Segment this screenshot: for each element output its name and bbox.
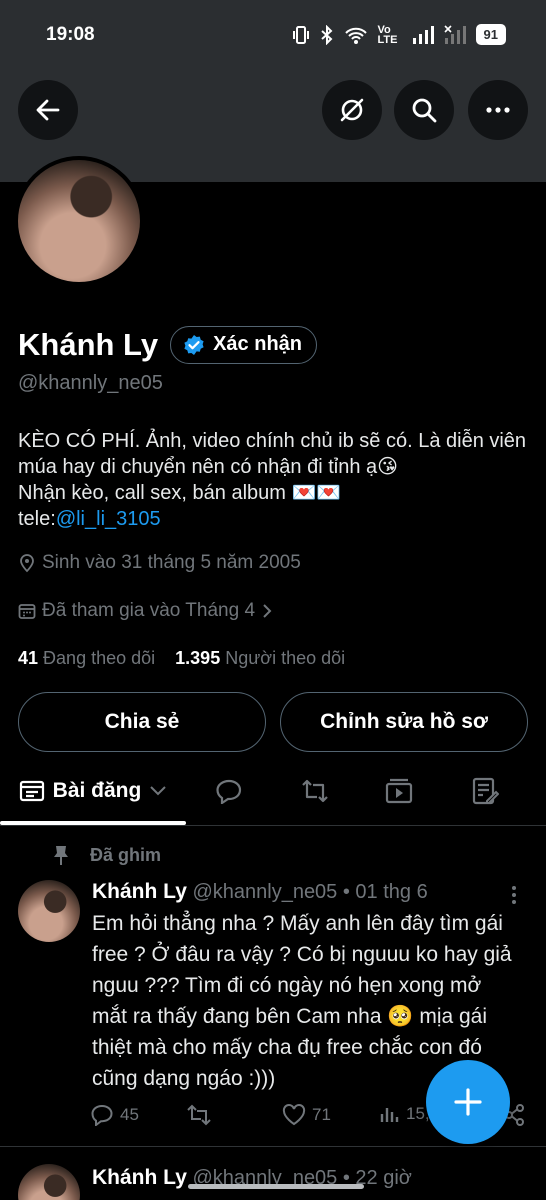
plus-icon bbox=[454, 1088, 482, 1116]
verify-label: Xác nhận bbox=[213, 333, 302, 355]
tweet-divider bbox=[0, 1146, 546, 1147]
status-icons: Vo LTE 91 bbox=[292, 24, 506, 45]
birthday-text: Sinh vào 31 tháng 5 năm 2005 bbox=[42, 552, 301, 573]
battery-indicator: 91 bbox=[475, 24, 506, 45]
more-button[interactable] bbox=[468, 80, 528, 140]
views-button[interactable]: 15, bbox=[380, 1104, 430, 1124]
tweet-author[interactable]: Khánh Ly bbox=[92, 880, 187, 903]
network-label: Vo LTE bbox=[377, 23, 398, 46]
verify-button[interactable]: Xác nhận bbox=[170, 326, 317, 364]
search-icon bbox=[412, 98, 437, 123]
bluetooth-icon bbox=[320, 24, 332, 45]
next-tweet-author[interactable]: Khánh Ly bbox=[92, 1166, 187, 1189]
following-link[interactable]: 41 Đang theo dõi bbox=[18, 648, 155, 668]
chevron-right-icon bbox=[263, 604, 272, 618]
tab-posts-label: Bài đăng bbox=[52, 779, 142, 802]
profile-bio: KÈO CÓ PHÍ. Ảnh, video chính chủ ib sẽ c… bbox=[18, 428, 528, 532]
location-pin-icon bbox=[20, 554, 34, 573]
tab-active-indicator bbox=[0, 821, 186, 825]
tab-reposts[interactable] bbox=[282, 760, 348, 822]
next-tweet-avatar[interactable] bbox=[18, 1164, 80, 1200]
birthday-row: Sinh vào 31 tháng 5 năm 2005 bbox=[18, 552, 301, 574]
profile-tabs: Bài đăng bbox=[0, 760, 546, 826]
bio-tele-prefix: tele: bbox=[18, 508, 56, 530]
tab-articles[interactable] bbox=[452, 760, 518, 822]
edit-profile-button[interactable]: Chỉnh sửa hồ sơ bbox=[280, 692, 528, 752]
profile-name: Khánh Ly bbox=[18, 327, 159, 362]
posts-icon bbox=[19, 780, 44, 802]
joined-text: Đã tham gia vào Tháng 4 bbox=[42, 600, 256, 621]
pinned-row: Đã ghim bbox=[52, 844, 161, 866]
pin-icon bbox=[54, 846, 68, 865]
search-button[interactable] bbox=[394, 80, 454, 140]
grok-button[interactable] bbox=[322, 80, 382, 140]
status-time: 19:08 bbox=[46, 24, 95, 45]
followers-link[interactable]: 1.395 Người theo dõi bbox=[175, 648, 345, 668]
bio-line-2: Nhận kèo, call sex, bán album 💌💌 bbox=[18, 482, 342, 504]
back-button[interactable] bbox=[18, 80, 78, 140]
reply-icon bbox=[91, 1104, 113, 1126]
arrow-left-icon bbox=[36, 99, 60, 121]
wifi-icon bbox=[344, 27, 367, 44]
grok-icon bbox=[340, 98, 364, 122]
tweet-more-icon[interactable] bbox=[508, 884, 520, 906]
signal-icon bbox=[412, 25, 434, 44]
compose-button[interactable] bbox=[426, 1060, 510, 1144]
heart-icon bbox=[282, 1104, 306, 1126]
home-indicator[interactable] bbox=[188, 1184, 364, 1189]
calendar-icon bbox=[18, 604, 36, 619]
followers-count: 1.395 bbox=[175, 648, 221, 668]
repost-button[interactable] bbox=[186, 1104, 212, 1126]
bio-tele-link[interactable]: @li_li_3105 bbox=[56, 508, 161, 530]
signal-off-icon bbox=[443, 24, 466, 44]
media-icon bbox=[385, 778, 413, 804]
more-horizontal-icon bbox=[486, 107, 510, 113]
pinned-label: Đã ghim bbox=[90, 844, 162, 865]
following-count: 41 bbox=[18, 648, 39, 668]
verified-badge-icon bbox=[184, 334, 204, 355]
profile-avatar[interactable] bbox=[14, 156, 144, 286]
tweet-header: Khánh Ly @khannly_ne05 • 01 thg 6 bbox=[92, 880, 428, 904]
reply-button[interactable]: 45 bbox=[90, 1104, 139, 1126]
vibrate-icon bbox=[292, 25, 309, 44]
bio-line-3: tele:@li_li_3105 bbox=[18, 506, 528, 532]
tab-posts[interactable]: Bài đăng bbox=[0, 760, 186, 822]
profile-handle: @khannly_ne05 bbox=[18, 372, 163, 394]
reply-count: 45 bbox=[120, 1105, 139, 1124]
tweet-handle-time: @khannly_ne05 • 01 thg 6 bbox=[192, 881, 428, 903]
following-label: Đang theo dõi bbox=[43, 648, 156, 668]
chevron-down-icon bbox=[150, 786, 167, 796]
tab-replies[interactable] bbox=[196, 760, 262, 822]
views-icon bbox=[380, 1108, 399, 1122]
articles-icon bbox=[472, 777, 499, 805]
replies-icon bbox=[216, 779, 242, 804]
repost-icon bbox=[187, 1104, 211, 1126]
like-count: 71 bbox=[312, 1105, 331, 1124]
status-bar: 19:08 Vo LTE 91 bbox=[0, 0, 546, 72]
reposts-icon bbox=[302, 779, 328, 803]
tweet-avatar[interactable] bbox=[18, 880, 80, 942]
follow-counts: 41 Đang theo dõi 1.395 Người theo dõi bbox=[18, 648, 345, 669]
name-row: Khánh Ly Xác nhận bbox=[18, 326, 317, 364]
followers-label: Người theo dõi bbox=[225, 648, 346, 668]
bio-line-1: KÈO CÓ PHÍ. Ảnh, video chính chủ ib sẽ c… bbox=[18, 430, 527, 478]
tab-media[interactable] bbox=[366, 760, 432, 822]
joined-row[interactable]: Đã tham gia vào Tháng 4 bbox=[18, 600, 273, 622]
like-button[interactable]: 71 bbox=[282, 1104, 331, 1126]
share-button[interactable]: Chia sẻ bbox=[18, 692, 266, 752]
